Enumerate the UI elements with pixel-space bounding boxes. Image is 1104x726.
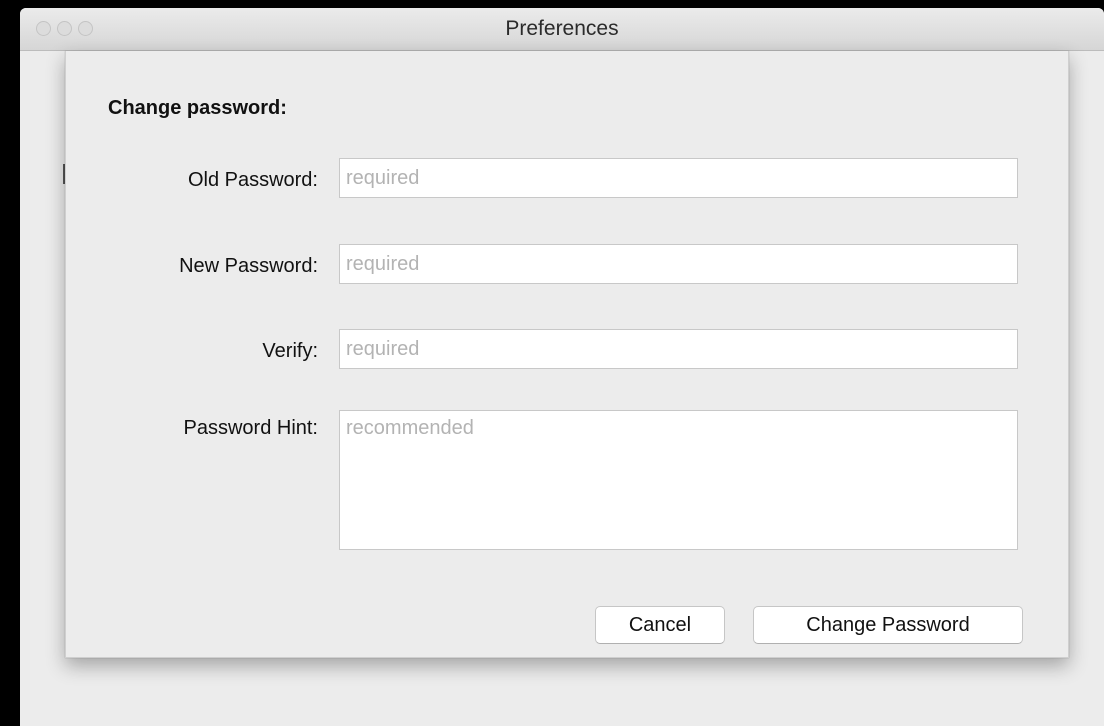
new-password-label: New Password: — [179, 255, 318, 277]
window-title: Preferences — [505, 17, 619, 40]
change-password-button[interactable]: Change Password — [753, 606, 1023, 644]
password-hint-label: Password Hint: — [183, 417, 319, 439]
old-password-label: Old Password: — [187, 169, 318, 191]
password-hint-textarea[interactable] — [339, 410, 1018, 550]
verify-password-input[interactable] — [339, 329, 1018, 369]
cancel-button[interactable]: Cancel — [595, 606, 725, 644]
preferences-window: Preferences Change password: Old Passwor… — [20, 8, 1104, 726]
sheet-heading: Change password: — [108, 97, 287, 119]
old-password-input[interactable] — [339, 158, 1018, 198]
new-password-input[interactable] — [339, 244, 1018, 284]
change-password-sheet: Change password: Old Password: New Passw… — [65, 51, 1069, 658]
title-bar[interactable]: Preferences — [20, 8, 1104, 51]
verify-label: Verify: — [262, 340, 318, 362]
